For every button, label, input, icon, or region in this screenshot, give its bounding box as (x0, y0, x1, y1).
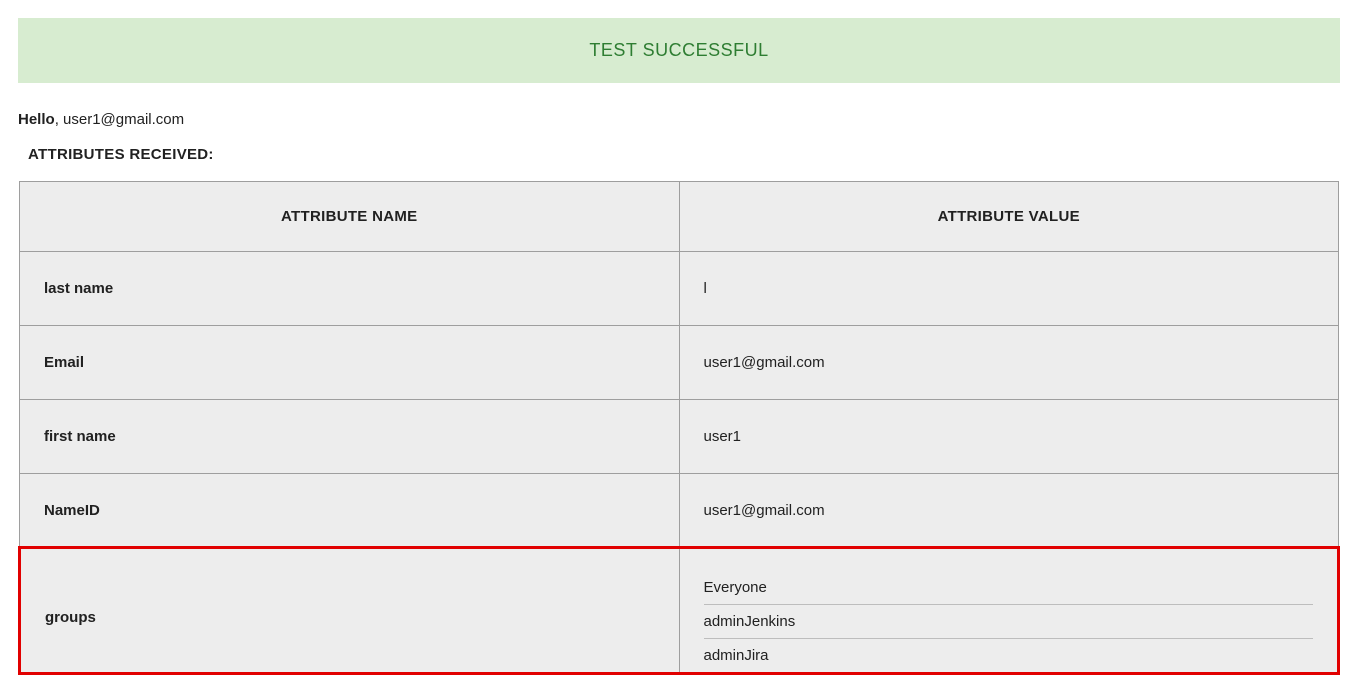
header-attribute-value: ATTRIBUTE VALUE (679, 182, 1339, 252)
test-successful-banner: TEST SUCCESSFUL (18, 18, 1340, 83)
attribute-value-item: adminJenkins (704, 605, 1314, 639)
attribute-name-cell: first name (20, 400, 680, 474)
attribute-value-list: EveryoneadminJenkinsadminJira (704, 571, 1314, 664)
attribute-name-cell: NameID (20, 474, 680, 548)
attribute-value-cell: user1 (679, 400, 1339, 474)
greeting-user: user1@gmail.com (63, 111, 184, 128)
attributes-received-heading: ATTRIBUTES RECEIVED: (28, 146, 1340, 163)
table-row: first nameuser1 (20, 400, 1339, 474)
attribute-value-cell: user1@gmail.com (679, 474, 1339, 548)
banner-text: TEST SUCCESSFUL (589, 40, 768, 60)
attribute-value-item: Everyone (704, 571, 1314, 605)
header-attribute-name: ATTRIBUTE NAME (20, 182, 680, 252)
attribute-name-cell: last name (20, 252, 680, 326)
attribute-value-cell: EveryoneadminJenkinsadminJira (679, 548, 1339, 674)
attribute-name-cell: groups (20, 548, 680, 674)
attribute-value-cell: user1@gmail.com (679, 326, 1339, 400)
table-row: last namel (20, 252, 1339, 326)
table-row: NameIDuser1@gmail.com (20, 474, 1339, 548)
table-row-highlighted: groups EveryoneadminJenkinsadminJira (20, 548, 1339, 674)
greeting-line: Hello, user1@gmail.com (18, 111, 1340, 128)
attribute-value-cell: l (679, 252, 1339, 326)
greeting-prefix: Hello (18, 111, 55, 128)
greeting-separator: , (55, 111, 63, 128)
attribute-value-item: adminJira (704, 639, 1314, 664)
attribute-name-cell: Email (20, 326, 680, 400)
table-row: Emailuser1@gmail.com (20, 326, 1339, 400)
attributes-table: ATTRIBUTE NAME ATTRIBUTE VALUE last name… (18, 181, 1340, 675)
table-header-row: ATTRIBUTE NAME ATTRIBUTE VALUE (20, 182, 1339, 252)
